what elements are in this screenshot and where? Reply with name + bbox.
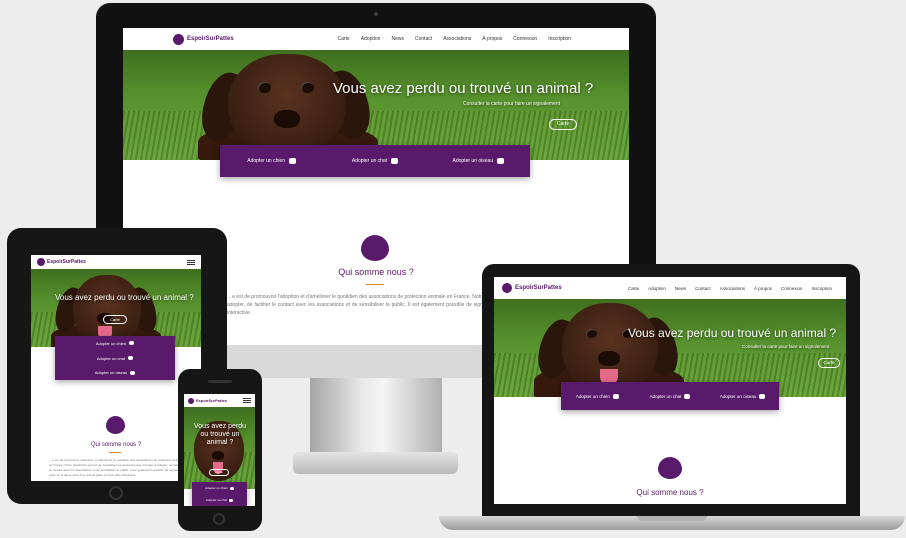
paw-logo-icon	[361, 235, 389, 261]
navbar: EspoirSurPattes	[31, 255, 201, 269]
nav-carte[interactable]: Carte	[628, 286, 639, 291]
navbar: EspoirSurPattes	[184, 394, 255, 407]
nav-adoption[interactable]: Adoption	[361, 36, 381, 42]
cat-icon	[229, 498, 234, 502]
hero-banner: Vous avez perdu ou trouvé un animal ? Co…	[123, 50, 629, 160]
hero-title: Vous avez perdu ou trouvé un animal ?	[193, 423, 247, 446]
dog-icon	[129, 341, 135, 346]
home-button	[213, 513, 225, 525]
brand-logo[interactable]: EspoirSurPattes	[502, 283, 562, 293]
hero-subtitle: Consulter la carte pour faire un signale…	[463, 101, 560, 107]
menu-icon[interactable]	[243, 398, 251, 403]
paw-logo-icon	[106, 416, 125, 434]
nav-carte[interactable]: Carte	[337, 36, 349, 42]
adopt-cat-button[interactable]: Adopter un chat	[55, 351, 175, 366]
hero-title: Vous avez perdu ou trouvé un animal ?	[333, 80, 594, 97]
adopt-cat-button[interactable]: Adopter un chat	[323, 145, 426, 177]
adopt-bar: Adopter un chien Adopter un chat	[192, 482, 247, 506]
title-underline	[109, 452, 121, 453]
map-button[interactable]: Carte	[209, 469, 229, 476]
adopt-bar: Adopter un chien Adopter un chat Adopter…	[220, 145, 530, 177]
paw-logo-icon	[188, 397, 194, 404]
nav-connexion[interactable]: Connexion	[513, 36, 537, 42]
adopt-dog-button[interactable]: Adopter un chien	[561, 382, 634, 410]
cat-icon	[128, 356, 134, 360]
map-button[interactable]: Carte	[103, 315, 127, 324]
nav-contact[interactable]: Contact	[695, 286, 711, 291]
brand-logo[interactable]: EspoirSurPattes	[188, 397, 227, 404]
adopt-bird-button[interactable]: Adopter un oiseau	[55, 365, 175, 380]
cat-icon	[684, 393, 691, 399]
hero-banner: Vous avez perdu ou trouvé un animal ? Ca…	[184, 407, 255, 489]
cat-icon	[391, 158, 399, 164]
bird-icon	[497, 158, 505, 164]
menu-icon[interactable]	[187, 259, 195, 265]
paw-logo-icon	[658, 457, 682, 479]
nav-a-propos[interactable]: À propos	[754, 286, 772, 291]
monitor-base	[293, 452, 458, 474]
dog-icon	[229, 486, 234, 490]
laptop-screen: EspoirSurPattes Carte Adoption News Cont…	[494, 277, 846, 504]
nav-inscription[interactable]: Inscription	[548, 36, 571, 42]
title-underline	[366, 284, 384, 285]
adopt-bird-button[interactable]: Adopter un oiseau	[427, 145, 530, 177]
home-button	[109, 486, 123, 500]
paw-logo-icon	[173, 33, 184, 45]
adopt-cat-button[interactable]: Adopter un chat	[634, 382, 707, 410]
bird-icon	[130, 370, 136, 375]
webcam	[374, 12, 378, 16]
puppy-image	[194, 52, 378, 160]
paw-logo-icon	[37, 258, 45, 266]
adopt-bird-button[interactable]: Adopter un oiseau	[706, 382, 779, 410]
adopt-bar: Adopter un chien Adopter un chat Adopter…	[55, 336, 175, 380]
nav-contact[interactable]: Contact	[415, 36, 432, 42]
about-text: …e est de promouvoir l'adoption et d'amé…	[49, 458, 183, 477]
nav-inscription[interactable]: Inscription	[811, 286, 832, 291]
brand-name: EspoirSurPattes	[187, 36, 234, 42]
about-title: Qui somme nous ?	[636, 488, 704, 497]
nav-a-propos[interactable]: À propos	[482, 36, 502, 42]
phone-speaker	[208, 380, 232, 383]
phone-screen: EspoirSurPattes Vous avez perdu ou trouv…	[184, 394, 255, 506]
nav-news[interactable]: News	[391, 36, 404, 42]
adopt-dog-button[interactable]: Adopter un chien	[192, 482, 247, 494]
laptop-notch	[637, 516, 707, 521]
nav-connexion[interactable]: Connexion	[781, 286, 803, 291]
adopt-dog-button[interactable]: Adopter un chien	[220, 145, 323, 177]
adopt-cat-button[interactable]: Adopter un chat	[192, 494, 247, 506]
navbar: EspoirSurPattes Carte Adoption News Cont…	[494, 277, 846, 299]
hero-title: Vous avez perdu ou trouvé un animal ?	[628, 326, 837, 340]
adopt-dog-button[interactable]: Adopter un chien	[55, 336, 175, 351]
brand-logo[interactable]: EspoirSurPattes	[37, 258, 86, 266]
dog-icon	[612, 393, 619, 399]
nav-associations[interactable]: Associations	[443, 36, 471, 42]
adopt-bar: Adopter un chien Adopter un chat Adopter…	[561, 382, 779, 410]
hero-title: Vous avez perdu ou trouvé un animal ?	[55, 293, 194, 302]
nav-adoption[interactable]: Adoption	[648, 286, 666, 291]
map-button[interactable]: Carte	[818, 358, 840, 368]
map-button[interactable]: Carte	[549, 119, 577, 130]
bird-icon	[759, 393, 766, 399]
monitor-stand	[310, 378, 442, 454]
brand-logo[interactable]: EspoirSurPattes	[173, 33, 234, 45]
tablet-screen: EspoirSurPattes Vous avez perdu ou trouv…	[31, 255, 201, 481]
nav-news[interactable]: News	[675, 286, 686, 291]
hero-subtitle: Consulter la carte pour faire un signale…	[742, 344, 830, 349]
nav-associations[interactable]: Associations	[720, 286, 745, 291]
about-title: Qui somme nous ?	[90, 442, 142, 448]
dog-icon	[289, 158, 297, 164]
navbar: EspoirSurPattes Carte Adoption News Cont…	[123, 28, 629, 50]
paw-logo-icon	[502, 283, 512, 293]
